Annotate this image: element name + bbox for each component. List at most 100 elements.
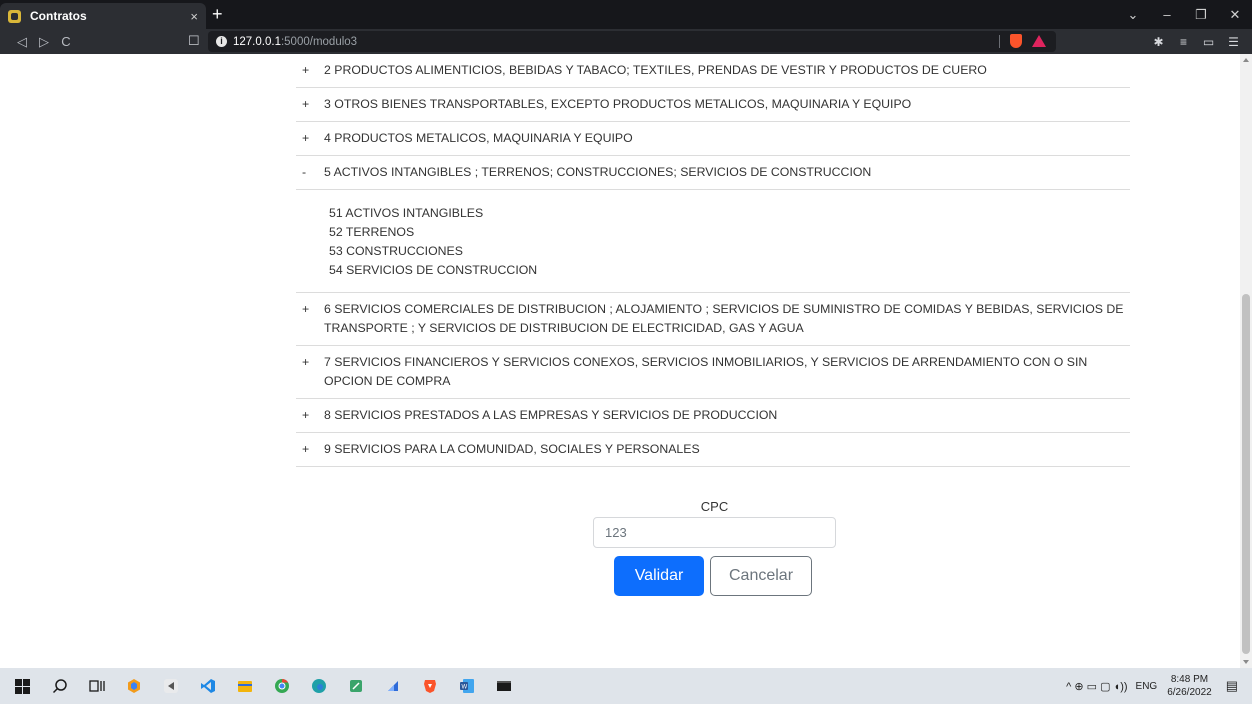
search-icon[interactable]: [41, 668, 78, 704]
cpc-form: CPC: [593, 497, 836, 548]
extensions-area: ✱ ≡ ▭ ☰: [1146, 29, 1246, 54]
windows-start-icon[interactable]: [4, 668, 41, 704]
accordion-header[interactable]: - 5 ACTIVOS INTANGIBLES ; TERRENOS; CONS…: [296, 156, 1130, 190]
window-controls: ⌄ – ❐ ✕: [1116, 0, 1252, 29]
form-actions: Validar Cancelar: [614, 556, 812, 596]
expand-icon: +: [302, 355, 310, 369]
accordion-label: 8 SERVICIOS PRESTADOS A LAS EMPRESAS Y S…: [324, 408, 778, 422]
bookmark-icon[interactable]: ☐: [188, 33, 200, 49]
accordion-header[interactable]: + 9 SERVICIOS PARA LA COMUNIDAD, SOCIALE…: [296, 433, 1130, 466]
chrome-icon[interactable]: [263, 668, 300, 704]
expand-icon: +: [302, 63, 310, 77]
cpc-input[interactable]: [593, 517, 836, 548]
subcategory-item[interactable]: 53 CONSTRUCCIONES: [329, 242, 1130, 261]
browser-tab[interactable]: Contratos ×: [0, 3, 206, 29]
brave-icon[interactable]: [411, 668, 448, 704]
page-content: + 2 PRODUCTOS ALIMENTICIOS, BEBIDAS Y TA…: [0, 54, 1240, 668]
cpc-accordion: + 2 PRODUCTOS ALIMENTICIOS, BEBIDAS Y TA…: [296, 54, 1130, 467]
url-host: 127.0.0.1: [233, 35, 281, 48]
accordion-item[interactable]: + 3 OTROS BIENES TRANSPORTABLES, EXCEPTO…: [296, 88, 1130, 122]
task-view-icon[interactable]: [78, 668, 115, 704]
windows-taskbar: W ^ ⊕ ▭ ▢ ◖)) ENG 8:48 PM 6/26/2022 ▤: [0, 668, 1252, 704]
back-icon[interactable]: ◁: [11, 34, 33, 50]
notifications-icon[interactable]: ▤: [1226, 678, 1238, 694]
system-tray: ^ ⊕ ▭ ▢ ◖)) ENG 8:48 PM 6/26/2022 ▤: [1066, 668, 1252, 704]
divider: [999, 34, 1000, 48]
file-explorer-icon[interactable]: [226, 668, 263, 704]
minimize-button[interactable]: –: [1150, 7, 1184, 22]
tab-title: Contratos: [30, 9, 87, 23]
accordion-label: 9 SERVICIOS PARA LA COMUNIDAD, SOCIALES …: [324, 442, 700, 456]
address-toolbar: ◁ ▷ C ☐ i 127.0.0.1 :5000/modulo3 ✱ ≡ ▭ …: [0, 29, 1252, 54]
reload-icon[interactable]: C: [55, 34, 77, 49]
brave-shields-icon[interactable]: [1010, 34, 1022, 48]
scroll-up-icon[interactable]: [1243, 58, 1249, 62]
accordion-item[interactable]: + 9 SERVICIOS PARA LA COMUNIDAD, SOCIALE…: [296, 433, 1130, 467]
tray-icons[interactable]: ^ ⊕ ▭ ▢ ◖)): [1066, 680, 1127, 693]
accordion-item[interactable]: + 7 SERVICIOS FINANCIEROS Y SERVICIOS CO…: [296, 346, 1130, 399]
accordion-header[interactable]: + 2 PRODUCTOS ALIMENTICIOS, BEBIDAS Y TA…: [296, 54, 1130, 87]
accordion-header[interactable]: + 8 SERVICIOS PRESTADOS A LAS EMPRESAS Y…: [296, 399, 1130, 432]
accordion-header[interactable]: + 4 PRODUCTOS METALICOS, MAQUINARIA Y EQ…: [296, 122, 1130, 155]
accordion-body: 51 ACTIVOS INTANGIBLES 52 TERRENOS 53 CO…: [296, 190, 1130, 292]
edge-icon[interactable]: [300, 668, 337, 704]
tab-close-icon[interactable]: ×: [190, 9, 198, 24]
puzzle-icon[interactable]: ✱: [1146, 35, 1171, 49]
expand-icon: +: [302, 408, 310, 422]
scroll-thumb[interactable]: [1242, 294, 1250, 654]
accordion-label: 2 PRODUCTOS ALIMENTICIOS, BEBIDAS Y TABA…: [324, 63, 987, 77]
app-blue-icon[interactable]: [374, 668, 411, 704]
expand-icon: +: [302, 131, 310, 145]
subcategory-item[interactable]: 52 TERRENOS: [329, 223, 1130, 242]
word-icon[interactable]: W: [448, 668, 485, 704]
cpc-label: CPC: [700, 499, 729, 514]
menu-icon[interactable]: ☰: [1221, 35, 1246, 49]
playlist-icon[interactable]: ≡: [1171, 35, 1196, 49]
accordion-item-expanded[interactable]: - 5 ACTIVOS INTANGIBLES ; TERRENOS; CONS…: [296, 156, 1130, 293]
expand-icon: +: [302, 442, 310, 456]
url-path: :5000/modulo3: [280, 35, 358, 48]
terminal-icon[interactable]: [485, 668, 522, 704]
subcategory-item[interactable]: 54 SERVICIOS DE CONSTRUCCION: [329, 261, 1130, 280]
clock[interactable]: 8:48 PM 6/26/2022: [1167, 673, 1212, 699]
subcategory-item[interactable]: 51 ACTIVOS INTANGIBLES: [329, 204, 1130, 223]
browser-tab-bar: Contratos × + ⌄ – ❐ ✕: [0, 0, 1252, 29]
validate-button[interactable]: Validar: [614, 556, 704, 596]
collapse-icon: -: [302, 165, 307, 179]
notepad-icon[interactable]: [337, 668, 374, 704]
cancel-button[interactable]: Cancelar: [710, 556, 812, 596]
accordion-item[interactable]: + 2 PRODUCTOS ALIMENTICIOS, BEBIDAS Y TA…: [296, 54, 1130, 88]
accordion-label: 6 SERVICIOS COMERCIALES DE DISTRIBUCION …: [324, 302, 1124, 335]
app-arrow-icon[interactable]: [152, 668, 189, 704]
tab-search-icon[interactable]: ⌄: [1116, 7, 1150, 23]
maximize-button[interactable]: ❐: [1184, 7, 1218, 23]
scroll-down-icon[interactable]: [1243, 660, 1249, 664]
wallet-icon[interactable]: ▭: [1196, 35, 1221, 49]
accordion-label: 7 SERVICIOS FINANCIEROS Y SERVICIOS CONE…: [324, 355, 1088, 388]
svg-text:W: W: [461, 685, 467, 691]
tab-favicon-icon: [8, 9, 21, 23]
accordion-item[interactable]: + 8 SERVICIOS PRESTADOS A LAS EMPRESAS Y…: [296, 399, 1130, 433]
accordion-header[interactable]: + 7 SERVICIOS FINANCIEROS Y SERVICIOS CO…: [296, 346, 1130, 398]
accordion-header[interactable]: + 6 SERVICIOS COMERCIALES DE DISTRIBUCIO…: [296, 293, 1130, 345]
brave-rewards-icon[interactable]: [1032, 35, 1046, 47]
forward-icon[interactable]: ▷: [33, 34, 55, 50]
new-tab-button[interactable]: +: [212, 4, 223, 24]
site-info-icon[interactable]: i: [216, 36, 227, 47]
accordion-label: 3 OTROS BIENES TRANSPORTABLES, EXCEPTO P…: [324, 97, 912, 111]
language-indicator[interactable]: ENG: [1136, 681, 1158, 692]
accordion-label: 5 ACTIVOS INTANGIBLES ; TERRENOS; CONSTR…: [324, 165, 872, 179]
accordion-item[interactable]: + 4 PRODUCTOS METALICOS, MAQUINARIA Y EQ…: [296, 122, 1130, 156]
vscode-icon[interactable]: [189, 668, 226, 704]
clock-time: 8:48 PM: [1170, 674, 1209, 685]
app-hexagon-icon[interactable]: [115, 668, 152, 704]
accordion-item[interactable]: + 6 SERVICIOS COMERCIALES DE DISTRIBUCIO…: [296, 293, 1130, 346]
accordion-header[interactable]: + 3 OTROS BIENES TRANSPORTABLES, EXCEPTO…: [296, 88, 1130, 121]
expand-icon: +: [302, 302, 310, 316]
expand-icon: +: [302, 97, 310, 111]
url-field[interactable]: i 127.0.0.1 :5000/modulo3: [208, 31, 1056, 52]
close-window-button[interactable]: ✕: [1218, 7, 1252, 23]
url-actions: [999, 34, 1046, 48]
accordion-label: 4 PRODUCTOS METALICOS, MAQUINARIA Y EQUI…: [324, 131, 633, 145]
page-scrollbar[interactable]: [1240, 54, 1252, 668]
